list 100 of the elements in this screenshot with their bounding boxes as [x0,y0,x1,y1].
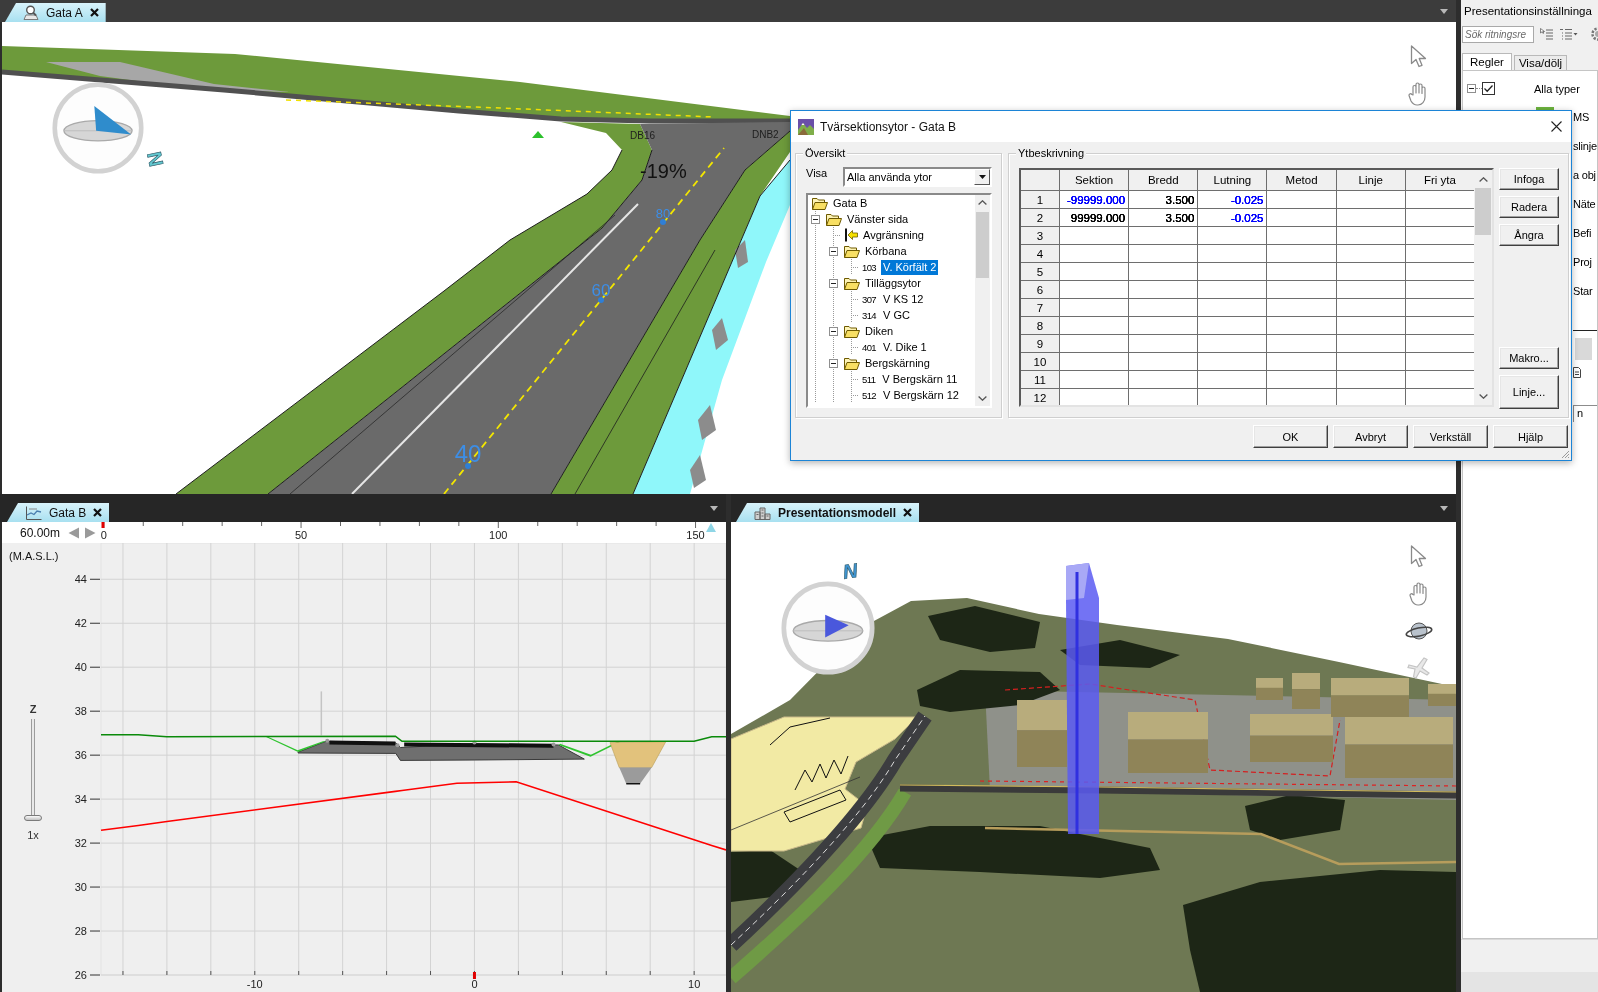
table-cell[interactable]: -99999.000 [1060,191,1129,208]
table-cell[interactable]: 3.500 [1129,209,1198,226]
compass-icon[interactable] [781,581,875,675]
table-cell[interactable] [1336,371,1405,388]
row-header[interactable]: 8 [1021,317,1059,334]
table-cell[interactable]: -0.025 [1198,209,1267,226]
resize-grip-icon[interactable] [1560,449,1570,459]
help-button[interactable]: Hjälp [1493,425,1568,448]
cursor-icon[interactable] [1409,45,1428,68]
table-cell[interactable] [1198,299,1267,316]
table-cell[interactable] [1336,335,1405,352]
table-cell[interactable] [1267,371,1336,388]
tree-item[interactable]: Alla typer [1534,82,1580,95]
column-header[interactable]: Lutning [1198,170,1267,190]
tree-item[interactable]: V. Dike 1 [881,339,929,355]
table-cell[interactable] [1336,227,1405,244]
close-icon[interactable] [89,8,99,17]
row-header[interactable]: 5 [1021,263,1059,280]
table-cell[interactable] [1405,245,1474,262]
table-cell[interactable] [1336,317,1405,334]
tree-item[interactable]: Star [1573,277,1593,306]
tree-item[interactable]: Bergskärning [863,355,932,371]
table-cell[interactable] [1129,353,1198,370]
collapse-icon[interactable] [828,326,838,336]
list-icon[interactable] [1540,28,1554,40]
row-header[interactable]: 4 [1021,245,1059,262]
column-header[interactable]: Bredd [1129,170,1198,190]
chevron-down-icon[interactable] [1440,505,1448,511]
row-header[interactable]: 9 [1021,335,1059,352]
table-cell[interactable] [1129,245,1198,262]
apply-button[interactable]: Verkställ [1413,425,1488,448]
scrollbar-thumb[interactable] [976,212,989,278]
table-cell[interactable] [1267,191,1336,208]
table-cell[interactable] [1198,353,1267,370]
table-cell[interactable] [1060,389,1129,405]
row-header[interactable]: 6 [1021,281,1059,298]
table-cell[interactable]: 3.500 [1129,191,1198,208]
table-cell[interactable] [1405,317,1474,334]
table-cell[interactable] [1129,371,1198,388]
hand-icon[interactable] [1408,582,1430,606]
collapse-icon[interactable] [828,358,838,368]
delete-button[interactable]: Radera [1499,196,1559,218]
table-cell[interactable] [1060,299,1129,316]
table-cell[interactable] [1405,263,1474,280]
table-cell[interactable] [1405,299,1474,316]
collapse-icon[interactable] [828,246,838,256]
table-cell[interactable] [1060,317,1129,334]
tree-item[interactable]: MS [1573,103,1590,132]
table-cell[interactable] [1267,227,1336,244]
scrollbar[interactable] [1474,170,1492,405]
tree-item[interactable]: Diken [863,323,896,339]
tree-item[interactable]: V KS 12 [881,291,926,307]
table-cell[interactable] [1336,263,1405,280]
panel-tab[interactable]: n [1573,405,1597,422]
table-cell[interactable] [1405,227,1474,244]
undo-button[interactable]: Ångra [1499,224,1559,246]
document-tab[interactable]: Gata A [5,3,106,22]
table-cell[interactable] [1198,371,1267,388]
plane-icon[interactable] [1407,656,1431,680]
table-cell[interactable] [1336,209,1405,226]
row-header[interactable]: 12 [1021,389,1059,405]
table-cell[interactable] [1129,263,1198,280]
cursor-icon[interactable] [1410,545,1428,568]
tree-item[interactable]: Proj [1573,248,1592,277]
end-marker-icon[interactable] [706,523,717,532]
table-cell[interactable] [1198,227,1267,244]
tree-item[interactable]: Vänster sida [845,211,911,227]
table-cell[interactable] [1405,371,1474,388]
tree-item[interactable]: Körbana [863,243,909,259]
table-cell[interactable] [1405,209,1474,226]
chevron-up-icon[interactable] [978,200,987,205]
table-cell[interactable] [1405,281,1474,298]
table-cell[interactable] [1267,281,1336,298]
document-tab[interactable]: Gata B [7,503,110,522]
row-header[interactable]: 3 [1021,227,1059,244]
table-cell[interactable] [1267,245,1336,262]
row-header[interactable]: 7 [1021,299,1059,316]
table-cell[interactable] [1267,263,1336,280]
table-cell[interactable] [1060,353,1129,370]
tree-item[interactable]: V Bergskärn 11 [880,371,960,387]
arrow-right-icon[interactable] [84,526,97,539]
tree-item[interactable]: Tilläggsytor [863,275,923,291]
ok-button[interactable]: OK [1253,425,1328,448]
line-button[interactable]: Linje... [1499,375,1559,409]
tree-item[interactable]: V GC [881,307,912,323]
tree-item[interactable]: V Bergskärn 12 [881,387,961,403]
scrollbar-thumb[interactable] [1475,188,1491,235]
table-cell[interactable] [1129,299,1198,316]
table-cell[interactable] [1405,335,1474,352]
cancel-button[interactable]: Avbryt [1333,425,1408,448]
collapse-icon[interactable] [1467,84,1476,93]
gear-icon[interactable] [1590,27,1598,41]
column-header[interactable]: Linje [1336,170,1405,190]
collapse-icon[interactable] [810,214,820,224]
scrollbar[interactable] [975,195,990,406]
table-cell[interactable]: 99999.000 [1060,209,1129,226]
arrow-left-icon[interactable] [68,526,81,539]
row-header[interactable]: 2 [1021,209,1059,226]
compass-icon[interactable] [52,82,144,174]
row-header[interactable]: 10 [1021,353,1059,370]
